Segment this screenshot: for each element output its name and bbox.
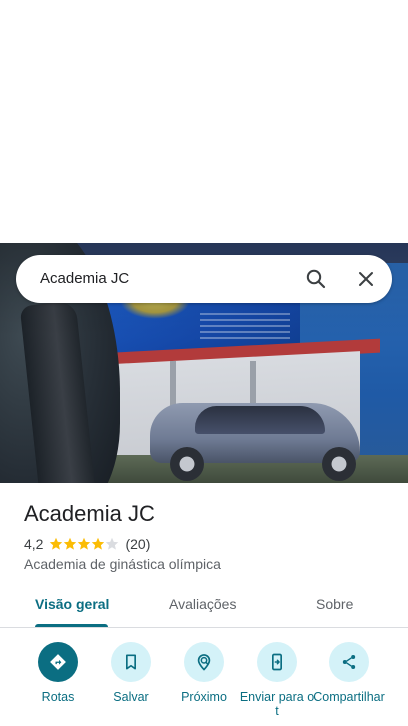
nearby-icon bbox=[184, 642, 224, 682]
tab-overview[interactable]: Visão geral bbox=[35, 596, 109, 612]
save-label: Salvar bbox=[113, 690, 149, 704]
star-empty-icon bbox=[106, 537, 119, 550]
close-icon[interactable] bbox=[354, 267, 378, 291]
star-filled-icon bbox=[50, 537, 63, 550]
place-title: Academia JC bbox=[24, 501, 155, 526]
nearby-label: Próximo bbox=[181, 690, 227, 704]
share-icon bbox=[329, 642, 369, 682]
send-to-phone-icon bbox=[257, 642, 297, 682]
send-to-phone-label: Enviar para o t bbox=[239, 690, 315, 718]
search-bar[interactable]: Academia JC bbox=[16, 255, 392, 303]
place-category: Academia de ginástica olímpica bbox=[24, 556, 221, 572]
directions-button[interactable]: Rotas bbox=[18, 640, 98, 726]
search-icon[interactable] bbox=[304, 267, 328, 291]
directions-icon bbox=[38, 642, 78, 682]
star-rating bbox=[49, 537, 119, 551]
rating-row[interactable]: 4,2 (20) bbox=[24, 535, 150, 553]
map-blank-area bbox=[0, 0, 408, 243]
save-button[interactable]: Salvar bbox=[91, 640, 171, 726]
star-filled-icon bbox=[64, 537, 77, 550]
share-button[interactable]: Compartilhar bbox=[309, 640, 389, 726]
send-to-phone-button[interactable]: Enviar para o t bbox=[237, 640, 317, 726]
review-count[interactable]: (20) bbox=[125, 536, 150, 552]
directions-label: Rotas bbox=[41, 690, 75, 704]
tab-about[interactable]: Sobre bbox=[316, 596, 353, 612]
nearby-button[interactable]: Próximo bbox=[164, 640, 244, 726]
tab-indicator bbox=[35, 624, 108, 627]
star-filled-icon bbox=[78, 537, 91, 550]
rating-value: 4,2 bbox=[24, 536, 44, 552]
tab-bar: Visão geral Avaliações Sobre bbox=[0, 583, 408, 628]
action-bar: Rotas Salvar Próximo Enviar para o t Com… bbox=[0, 640, 408, 726]
search-input[interactable]: Academia JC bbox=[40, 270, 129, 287]
tab-reviews[interactable]: Avaliações bbox=[169, 596, 236, 612]
bookmark-icon bbox=[111, 642, 151, 682]
star-filled-icon bbox=[92, 537, 105, 550]
share-label: Compartilhar bbox=[313, 690, 385, 704]
